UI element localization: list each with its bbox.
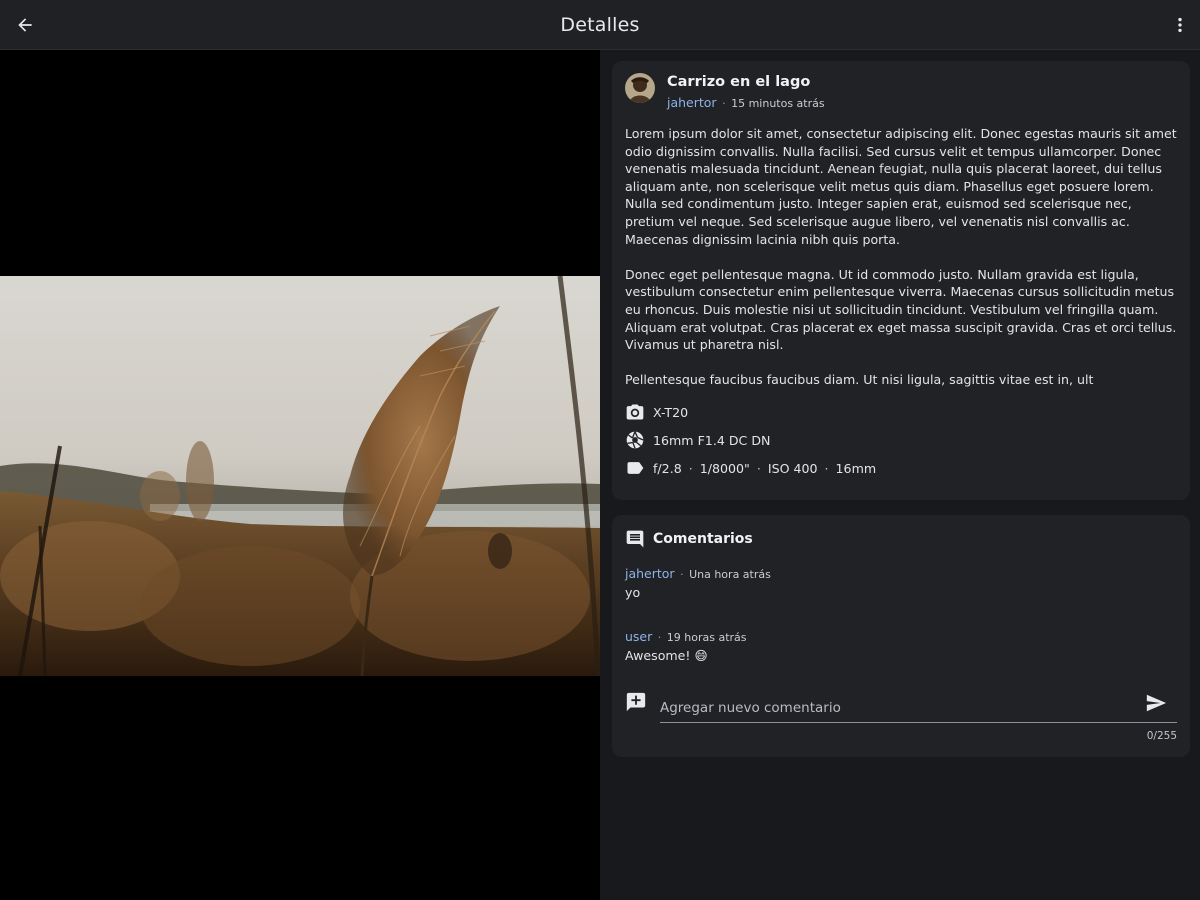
add-comment-row	[625, 691, 1177, 725]
comment-text: yo	[625, 585, 641, 600]
comment-icon	[626, 530, 644, 548]
avatar[interactable]	[625, 73, 655, 103]
comment-meta: user · 19 horas atrás	[625, 629, 747, 644]
send-icon	[1146, 694, 1167, 712]
back-button[interactable]	[9, 9, 41, 41]
post-meta: jahertor · 15 minutos atrás	[667, 95, 825, 110]
exif-lens-row: 16mm F1.4 DC DN	[625, 430, 770, 450]
comment-text: Awesome! 😄	[625, 648, 708, 663]
meta-separator: ·	[676, 568, 688, 581]
exif-camera-row: X-T20	[625, 402, 688, 422]
user-avatar-icon	[625, 73, 655, 103]
comment-meta: jahertor · Una hora atrás	[625, 566, 771, 581]
label-tag-icon	[625, 458, 645, 478]
more-options-button[interactable]	[1164, 9, 1196, 41]
exif-separator: ·	[756, 460, 761, 476]
reed-photo-image	[0, 276, 600, 676]
meta-separator: ·	[718, 97, 730, 110]
post-author-link[interactable]: jahertor	[667, 95, 717, 110]
post-title: Carrizo en el lago	[667, 74, 811, 90]
comments-heading: Comentarios	[653, 531, 753, 547]
send-comment-button[interactable]	[1143, 691, 1169, 715]
comment-author-link[interactable]: user	[625, 629, 652, 644]
arrow-left-icon	[18, 18, 32, 32]
post-description: Lorem ipsum dolor sit amet, consectetur …	[625, 125, 1181, 407]
comment-time: Una hora atrás	[689, 568, 771, 581]
comments-card: Comentarios jahertor · Una hora atrás yo…	[612, 515, 1190, 757]
comment-item: user · 19 horas atrás Awesome! 😄	[625, 629, 747, 663]
input-underline	[660, 722, 1177, 723]
details-panel: Carrizo en el lago jahertor · 15 minutos…	[600, 50, 1200, 900]
aperture-value: f/2.8	[653, 460, 682, 476]
photo-viewer	[0, 50, 600, 900]
aperture-icon	[625, 430, 645, 450]
camera-model: X-T20	[653, 404, 689, 420]
page-title: Detalles	[560, 13, 640, 36]
exif-separator: ·	[824, 460, 829, 476]
comment-author-link[interactable]: jahertor	[625, 566, 675, 581]
focal-length-value: 16mm	[835, 460, 877, 476]
exif-settings-row: f/2.8 · 1/8000" · ISO 400 · 16mm	[625, 458, 876, 478]
comments-header: Comentarios	[625, 529, 753, 549]
description-paragraph: Pellentesque faucibus faucibus diam. Ut …	[625, 372, 1094, 388]
comment-time: 19 horas atrás	[666, 631, 747, 644]
comment-item: jahertor · Una hora atrás yo	[625, 566, 771, 600]
new-comment-input[interactable]	[660, 691, 1140, 721]
description-paragraph: Lorem ipsum dolor sit amet, consectetur …	[625, 126, 1177, 247]
post-photo[interactable]	[0, 276, 600, 676]
camera-icon	[625, 402, 645, 422]
lens-model: 16mm F1.4 DC DN	[653, 432, 771, 448]
character-counter: 0/255	[1146, 730, 1177, 742]
meta-separator: ·	[654, 631, 665, 644]
shutter-value: 1/8000"	[699, 460, 750, 476]
more-vertical-icon	[1178, 17, 1182, 33]
add-comment-icon	[626, 692, 646, 712]
post-time: 15 minutos atrás	[731, 97, 825, 110]
description-paragraph: Donec eget pellentesque magna. Ut id com…	[625, 266, 1177, 353]
iso-value: ISO 400	[767, 460, 818, 476]
app-bar: Detalles	[0, 0, 1200, 50]
exif-separator: ·	[688, 460, 693, 476]
post-card: Carrizo en el lago jahertor · 15 minutos…	[612, 61, 1190, 500]
